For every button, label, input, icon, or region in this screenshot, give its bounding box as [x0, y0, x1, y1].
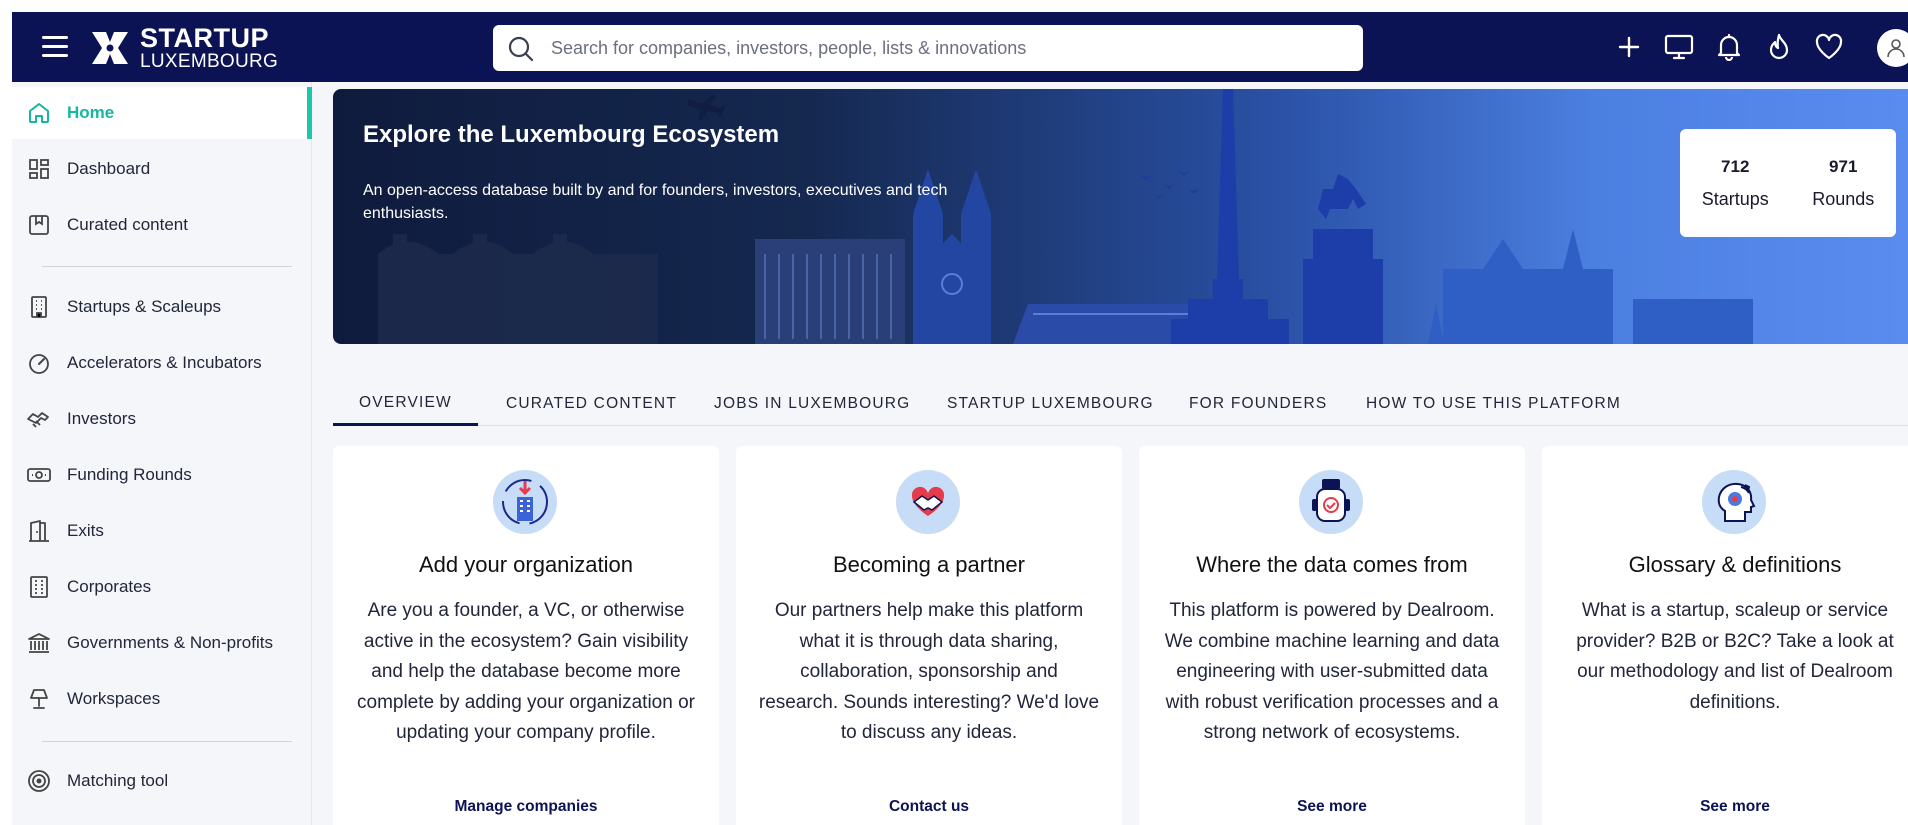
card-body: This platform is powered by Dealroom. We… — [1164, 600, 1500, 743]
tab-startup-luxembourg[interactable]: STARTUP LUXEMBOURG — [947, 382, 1154, 426]
handshake-heart-icon — [896, 470, 960, 534]
menu-icon[interactable] — [42, 36, 68, 58]
hero-title: Explore the Luxembourg Ecosystem — [363, 121, 780, 148]
contact-us-link[interactable]: Contact us — [736, 798, 1122, 816]
building-add-icon — [493, 470, 557, 534]
sidebar-item-matching-tool[interactable]: Matching tool — [12, 755, 312, 807]
sidebar-item-funding-rounds[interactable]: Funding Rounds — [12, 449, 312, 501]
sidebar-item-dashboard[interactable]: Dashboard — [12, 143, 312, 195]
bookmark-icon — [26, 212, 52, 238]
sidebar-label-curated-content: Curated content — [67, 215, 188, 234]
card-body: Our partners help make this platform wha… — [758, 600, 1100, 743]
search-bar[interactable] — [493, 25, 1363, 71]
sidebar-item-accelerators[interactable]: Accelerators & Incubators — [12, 337, 312, 389]
money-icon — [26, 462, 52, 488]
tab-overview[interactable]: OVERVIEW — [333, 382, 478, 426]
sidebar-item-home[interactable]: Home — [12, 87, 312, 139]
card-becoming-partner: Becoming a partner Our partners help mak… — [736, 446, 1122, 825]
robot-icon — [1299, 470, 1363, 534]
stat-startups-value: 712 — [1721, 156, 1750, 176]
tab-jobs-in-luxembourg[interactable]: JOBS IN LUXEMBOURG — [714, 382, 910, 426]
hero-banner: Explore the Luxembourg Ecosystem An open… — [333, 89, 1908, 344]
target-icon — [26, 768, 52, 794]
bank-icon — [26, 630, 52, 656]
stats-box: 712 Startups 971 Rounds — [1680, 129, 1896, 237]
card-title: Add your organization — [418, 552, 634, 577]
sidebar-item-exits[interactable]: Exits — [12, 505, 312, 557]
sidebar-divider-2 — [42, 741, 292, 742]
tab-bar: OVERVIEW CURATED CONTENT JOBS IN LUXEMBO… — [333, 382, 1908, 426]
stat-rounds[interactable]: 971 Rounds — [1812, 157, 1874, 210]
search-input[interactable] — [551, 37, 1363, 59]
card-data-source: Where the data comes from This platform … — [1139, 446, 1525, 825]
sidebar-label-investors: Investors — [67, 409, 136, 428]
card-add-organization: Add your organization Are you a founder,… — [333, 446, 719, 825]
sidebar-label-dashboard: Dashboard — [67, 159, 151, 178]
sidebar-item-investors[interactable]: Investors — [12, 393, 312, 445]
sidebar-label-accelerators: Accelerators & Incubators — [67, 353, 262, 372]
bell-icon[interactable] — [1712, 30, 1746, 64]
stat-startups[interactable]: 712 Startups — [1702, 157, 1769, 210]
door-icon — [26, 518, 52, 544]
user-icon — [1887, 39, 1905, 58]
manage-companies-link[interactable]: Manage companies — [333, 798, 719, 816]
sidebar-item-corporates[interactable]: Corporates — [12, 561, 312, 613]
tab-curated-content[interactable]: CURATED CONTENT — [506, 382, 677, 426]
sidebar-divider — [42, 266, 292, 267]
see-more-link[interactable]: See more — [1139, 798, 1525, 816]
stat-rounds-value: 971 — [1829, 156, 1858, 176]
user-avatar[interactable] — [1877, 29, 1908, 67]
sidebar-label-startups-scaleups: Startups & Scaleups — [67, 297, 222, 316]
top-icons — [1612, 30, 1862, 64]
card-title: Becoming a partner — [833, 552, 1025, 577]
speedometer-icon — [26, 350, 52, 376]
sidebar: Home Dashboard Curated content Startups … — [12, 82, 312, 825]
flame-icon[interactable] — [1762, 30, 1796, 64]
sidebar-label-funding-rounds: Funding Rounds — [67, 465, 192, 484]
sidebar-item-startups-scaleups[interactable]: Startups & Scaleups — [12, 281, 312, 333]
sidebar-label-home: Home — [67, 103, 115, 122]
head-idea-icon — [1702, 470, 1766, 534]
dashboard-icon — [26, 156, 52, 182]
top-bar: STARTUP LUXEMBOURG — [12, 12, 1908, 82]
lamp-icon — [26, 686, 52, 712]
stat-rounds-label: Rounds — [1812, 188, 1875, 209]
sidebar-label-corporates: Corporates — [67, 577, 152, 596]
sidebar-label-matching-tool: Matching tool — [67, 771, 169, 790]
tab-for-founders[interactable]: FOR FOUNDERS — [1189, 382, 1327, 426]
tab-how-to-use[interactable]: HOW TO USE THIS PLATFORM — [1366, 382, 1621, 426]
logo-text-startup: STARTUP — [140, 23, 269, 53]
monitor-icon[interactable] — [1662, 30, 1696, 64]
app-frame: STARTUP LUXEMBOURG Search for companies,… — [12, 12, 1908, 825]
stat-startups-label: Startups — [1701, 188, 1769, 209]
card-title: Where the data comes from — [1196, 552, 1468, 577]
card-glossary: Glossary & definitions What is a startup… — [1542, 446, 1908, 825]
see-more-link[interactable]: See more — [1542, 798, 1908, 816]
search-icon — [508, 36, 534, 62]
logo-mark-icon — [92, 32, 128, 64]
card-body: Are you a founder, a VC, or otherwise ac… — [357, 600, 695, 743]
plus-icon[interactable] — [1612, 30, 1646, 64]
sidebar-label-workspaces: Workspaces — [67, 689, 161, 708]
sidebar-item-workspaces[interactable]: Workspaces — [12, 673, 312, 725]
sidebar-label-exits: Exits — [67, 521, 104, 540]
logo[interactable]: STARTUP LUXEMBOURG — [90, 23, 279, 72]
hero-subtitle: An open-access database built by and for… — [363, 182, 948, 222]
sidebar-item-curated-content[interactable]: Curated content — [12, 199, 312, 251]
handshake-icon — [26, 406, 52, 432]
sidebar-label-governments: Governments & Non-profits — [67, 633, 273, 652]
home-icon — [26, 100, 52, 126]
card-title: Glossary & definitions — [1628, 552, 1842, 577]
building-icon — [26, 294, 52, 320]
logo-text-luxembourg: LUXEMBOURG — [140, 51, 279, 72]
card-body: What is a startup, scaleup or service pr… — [1576, 600, 1894, 713]
sidebar-item-governments[interactable]: Governments & Non-profits — [12, 617, 312, 669]
heart-icon[interactable] — [1812, 30, 1846, 64]
office-icon — [26, 574, 52, 600]
